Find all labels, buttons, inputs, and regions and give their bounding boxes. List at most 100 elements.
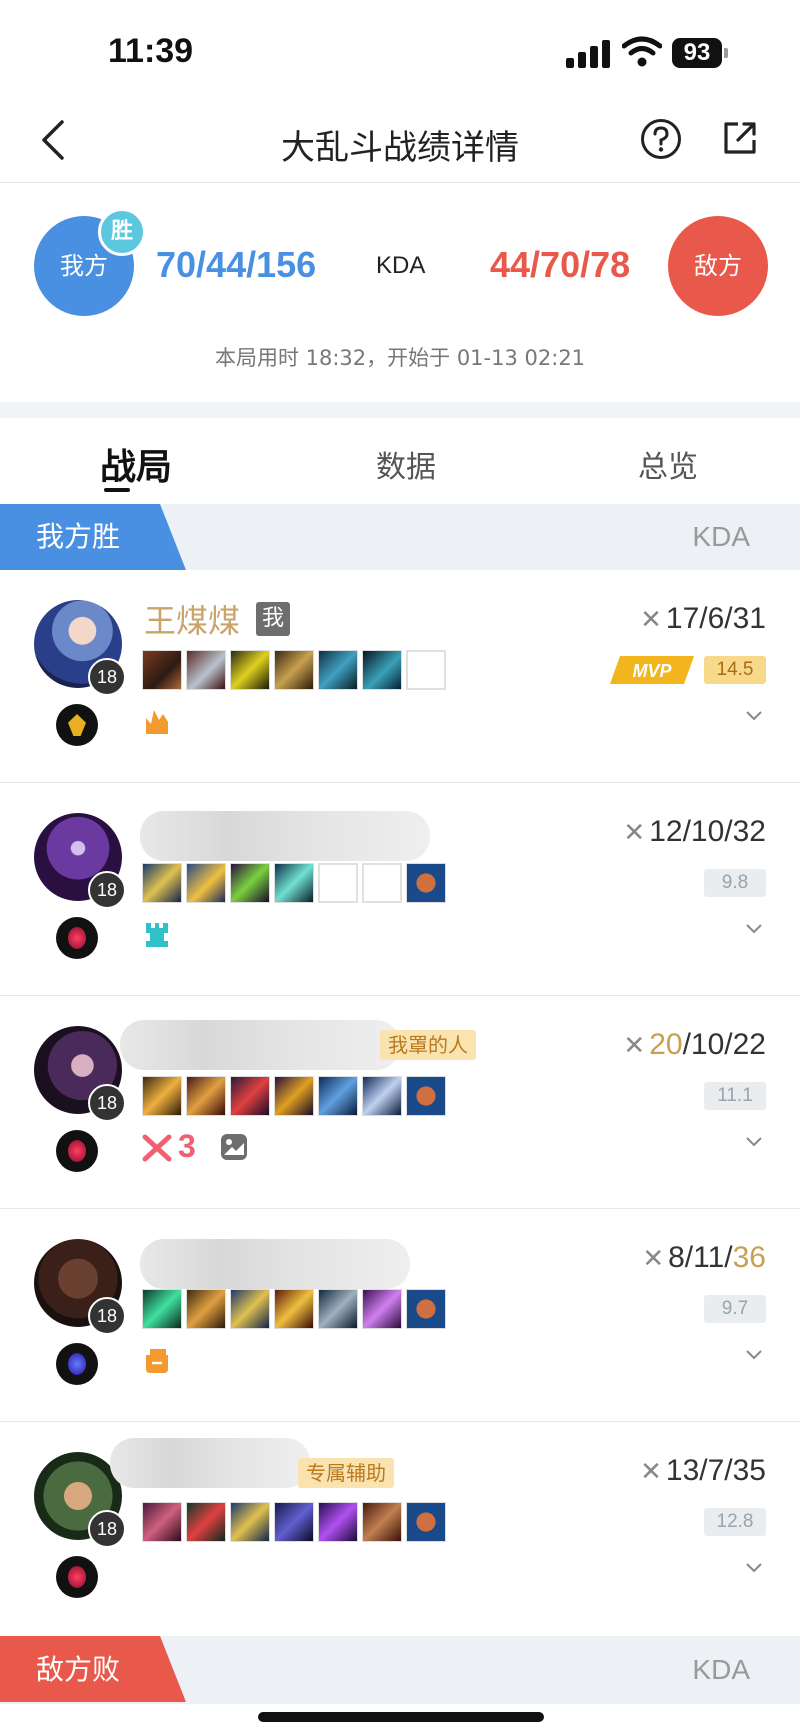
our-team-result: 我方胜 (0, 504, 186, 570)
crossed-swords-icon: ✕ (623, 817, 646, 847)
me-tag: 我 (256, 602, 290, 636)
match-duration: 本局用时 18:32，开始于 01-13 02:21 (214, 346, 586, 370)
blurred-player-name (120, 1020, 400, 1070)
tab-overview[interactable]: 总览 (638, 442, 698, 486)
fire-icon (146, 710, 168, 734)
navigation-bar: 大乱斗战绩详情 (0, 100, 800, 183)
player-rating: 9.7 (704, 1295, 766, 1323)
blurred-player-name (140, 1239, 410, 1289)
status-time: 11:39 (108, 32, 194, 70)
chevron-down-icon[interactable] (744, 1132, 764, 1152)
item-icon (318, 1076, 358, 1116)
player-kda: ✕ 20/10/22 (623, 1028, 766, 1061)
tab-battle[interactable]: 战局 (100, 438, 172, 490)
wifi-icon (622, 36, 662, 67)
crossed-swords-badge-icon (142, 1134, 172, 1162)
player-kda: ✕ 8/11/36 (642, 1241, 766, 1274)
player-row[interactable]: 18 王煤煤 我 ✕ 17/6/31 MVP 14.5 (0, 570, 800, 783)
item-icon (362, 1502, 402, 1542)
champion-level: 18 (88, 1297, 126, 1335)
crossed-swords-icon: ✕ (642, 1243, 665, 1273)
item-icon (186, 650, 226, 690)
share-icon[interactable] (720, 118, 760, 158)
player-kda: ✕ 12/10/32 (623, 815, 766, 848)
item-icon (230, 1502, 270, 1542)
player-rating: 9.8 (704, 869, 766, 897)
item-icon (406, 1076, 446, 1116)
enemy-team-kda-header: KDA (692, 1654, 750, 1685)
win-badge: 胜 (98, 208, 146, 256)
enemy-team-badge: 敌方 (668, 216, 768, 316)
champion-level: 18 (88, 658, 126, 696)
player-rating: 14.5 (704, 656, 766, 684)
item-icon (274, 863, 314, 903)
item-icon (186, 1289, 226, 1329)
item-icon (362, 1076, 402, 1116)
player-kda: ✕ 17/6/31 (640, 602, 766, 635)
item-icon (142, 1502, 182, 1542)
player-rating: 11.1 (704, 1082, 766, 1110)
item-icon (230, 1076, 270, 1116)
item-icon (230, 650, 270, 690)
player-row[interactable]: 18 ✕ 12/10/32 9.8 (0, 783, 800, 996)
cellular-signal-icon (566, 40, 610, 68)
rune-icon (56, 917, 98, 959)
item-icon (274, 1502, 314, 1542)
item-icon (406, 863, 446, 903)
blurred-player-name (110, 1438, 310, 1488)
champion-level: 18 (88, 871, 126, 909)
player-row[interactable]: 18 ✕ 8/11/36 9.7 (0, 1209, 800, 1422)
item-icon (274, 650, 314, 690)
photo-icon (221, 1134, 247, 1160)
player-title-tag: 我罩的人 (380, 1030, 476, 1060)
tab-bar: 战局 数据 总览 (0, 418, 800, 504)
chevron-down-icon[interactable] (744, 1345, 764, 1365)
blurred-player-name (140, 811, 430, 861)
chevron-down-icon[interactable] (744, 706, 764, 726)
player-row[interactable]: 18 我罩的人 3 ✕ 20/10/22 11.1 (0, 996, 800, 1209)
item-icon (142, 650, 182, 690)
tower-icon (146, 923, 168, 947)
our-team-header: 我方胜 KDA (0, 504, 800, 570)
player-kda: ✕ 13/7/35 (640, 1454, 766, 1487)
player-rating: 12.8 (704, 1508, 766, 1536)
mvp-badge: MVP (610, 656, 694, 684)
item-icon (142, 1076, 182, 1116)
crossed-swords-icon: ✕ (640, 604, 662, 634)
item-icon (274, 1076, 314, 1116)
help-icon[interactable] (640, 118, 682, 160)
active-tab-underline (104, 488, 130, 492)
chevron-down-icon[interactable] (744, 919, 764, 939)
item-icon (318, 1502, 358, 1542)
section-divider (0, 402, 800, 418)
item-icon (186, 863, 226, 903)
player-row[interactable]: 18 专属辅助 ✕ 13/7/35 12.8 (0, 1422, 800, 1636)
battery-indicator: 93 (672, 38, 728, 68)
item-icon (406, 1289, 446, 1329)
enemy-kda: 44/70/78 (490, 244, 631, 285)
rune-icon (56, 1556, 98, 1598)
tab-data[interactable]: 数据 (376, 442, 436, 486)
enemy-team-header: 敌方败 KDA (0, 1636, 800, 1704)
item-icon (142, 1289, 182, 1329)
score-summary: 我方 胜 70/44/156 KDA 44/70/78 敌方 本局用时 18:3… (0, 182, 800, 402)
item-icon (362, 650, 402, 690)
fist-icon (146, 1349, 168, 1373)
kda-label: KDA (376, 252, 426, 279)
empty-item-slot (362, 863, 402, 903)
rune-icon (56, 1130, 98, 1172)
item-icon (274, 1289, 314, 1329)
item-icon (318, 1289, 358, 1329)
item-icon (318, 650, 358, 690)
enemy-team-result: 敌方败 (0, 1636, 186, 1702)
champion-level: 18 (88, 1084, 126, 1122)
crossed-swords-icon: ✕ (623, 1030, 646, 1060)
our-team-kda-header: KDA (692, 521, 750, 552)
item-icon (362, 1289, 402, 1329)
item-icon (142, 863, 182, 903)
rune-icon (56, 704, 98, 746)
empty-item-slot (406, 650, 446, 690)
chevron-down-icon[interactable] (744, 1558, 764, 1578)
rune-icon (56, 1343, 98, 1385)
svg-text:MVP: MVP (632, 661, 672, 681)
